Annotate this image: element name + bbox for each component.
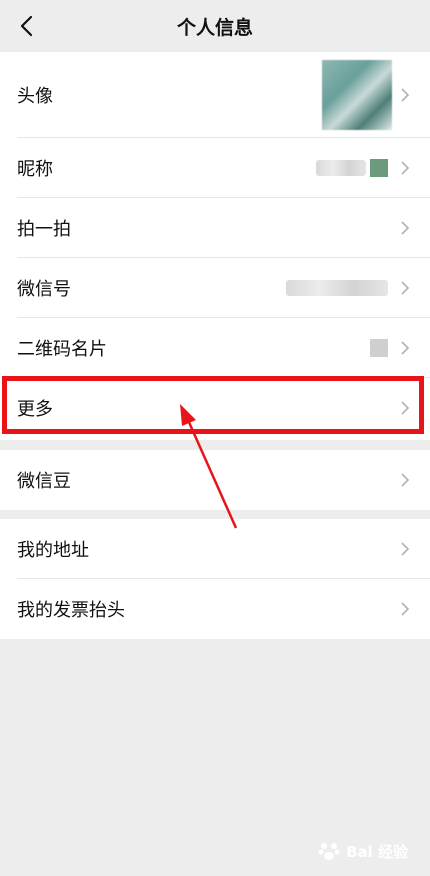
row-more[interactable]: 更多 [0, 378, 430, 438]
row-wechat-beans[interactable]: 微信豆 [0, 450, 430, 510]
profile-settings-group: 头像 昵称 拍一拍 微信号 二维码名片 更多 [0, 52, 430, 440]
row-label: 昵称 [17, 159, 53, 180]
chevron-right-icon [401, 341, 410, 355]
row-avatar[interactable]: 头像 [0, 52, 430, 138]
row-label: 我的地址 [17, 540, 89, 561]
chevron-right-icon [401, 161, 410, 175]
nickname-emoji-blurred [370, 159, 388, 177]
paw-logo-icon [318, 843, 340, 860]
wechat-id-value-blurred [286, 280, 388, 296]
chevron-right-icon [401, 221, 410, 235]
watermark: Bai 经验 [318, 840, 408, 862]
chevron-right-icon [401, 602, 410, 616]
chevron-right-icon [401, 542, 410, 556]
row-qr-code[interactable]: 二维码名片 [0, 318, 430, 378]
watermark-text: Bai 经验 [346, 842, 408, 861]
row-label: 二维码名片 [17, 339, 107, 360]
row-pat[interactable]: 拍一拍 [0, 198, 430, 258]
row-invoice-title[interactable]: 我的发票抬头 [0, 579, 430, 639]
chevron-right-icon [401, 401, 410, 415]
back-button[interactable] [10, 10, 42, 42]
address-invoice-group: 我的地址 我的发票抬头 [0, 519, 430, 639]
chevron-right-icon [401, 88, 410, 102]
wechat-beans-group: 微信豆 [0, 450, 430, 510]
nickname-value-blurred [316, 160, 366, 176]
chevron-right-icon [401, 473, 410, 487]
row-label: 更多 [17, 399, 53, 420]
row-wechat-id[interactable]: 微信号 [0, 258, 430, 318]
avatar[interactable] [322, 60, 392, 130]
chevron-right-icon [401, 281, 410, 295]
nav-header: 个人信息 [0, 0, 430, 52]
row-label: 头像 [17, 86, 53, 107]
qr-code-icon [370, 339, 388, 357]
row-label: 微信豆 [17, 471, 71, 492]
row-label: 微信号 [17, 279, 71, 300]
chevron-left-icon [20, 15, 33, 37]
row-my-address[interactable]: 我的地址 [0, 519, 430, 579]
page-title: 个人信息 [176, 16, 253, 39]
row-label: 我的发票抬头 [17, 600, 125, 621]
row-nickname[interactable]: 昵称 [0, 138, 430, 198]
row-label: 拍一拍 [17, 219, 71, 240]
